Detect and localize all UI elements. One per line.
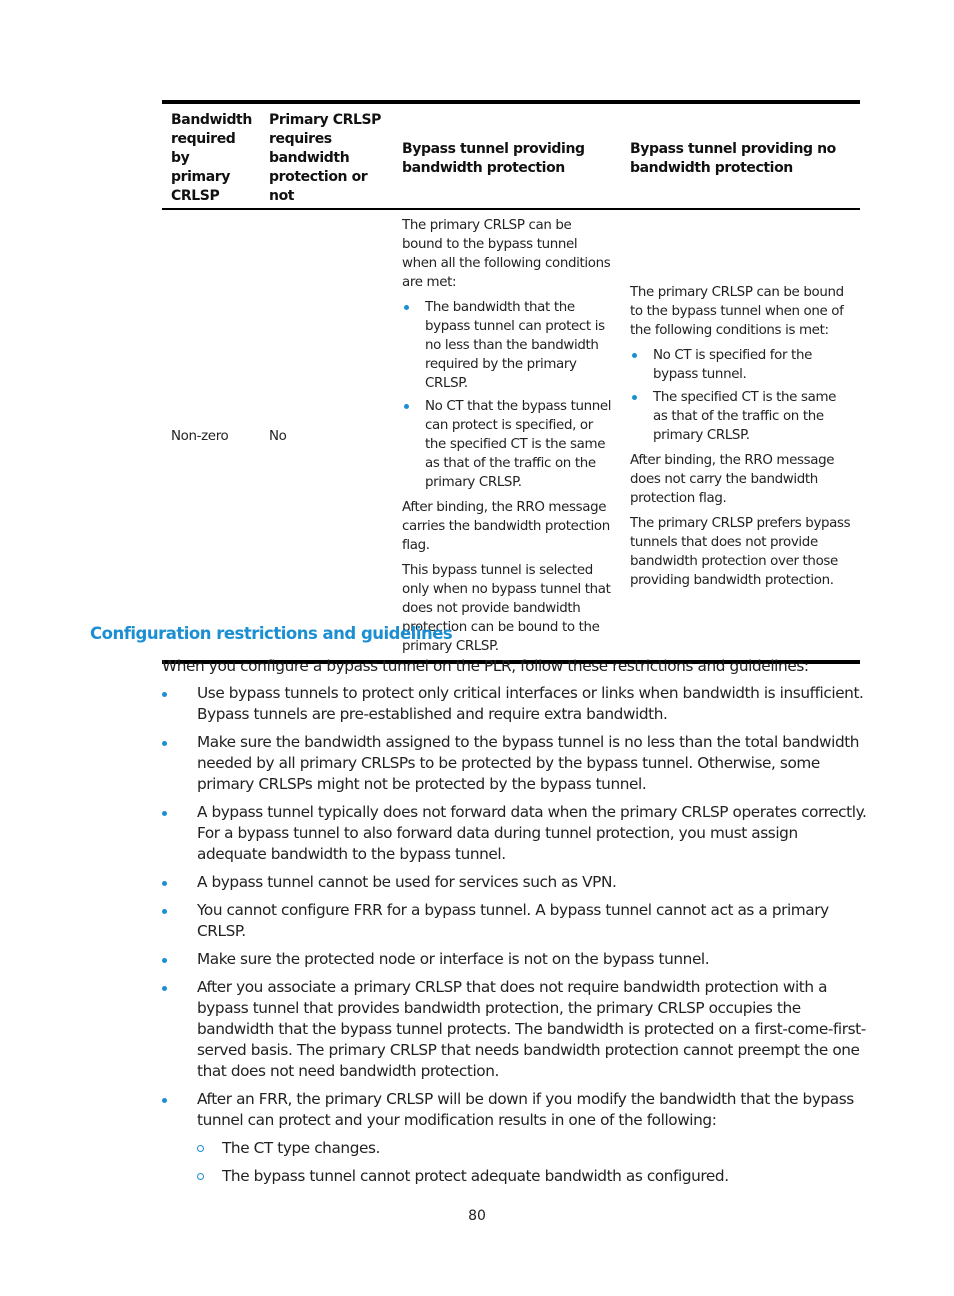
condition-list: No CT is specified for the bypass tunnel…: [630, 346, 852, 445]
bandwidth-protection-table: Bandwidth required by primary CRLSP Prim…: [162, 100, 860, 664]
list-item-text: After an FRR, the primary CRLSP will be …: [197, 1090, 854, 1129]
list-item: The bandwidth that the bypass tunnel can…: [402, 298, 613, 393]
header-requires-protection: Primary CRLSP requires bandwidth protect…: [260, 104, 393, 210]
section-intro: When you configure a bypass tunnel on th…: [162, 657, 809, 675]
list-item-text: You cannot configure FRR for a bypass tu…: [197, 901, 829, 940]
cell-bandwidth-required: Non-zero: [171, 428, 229, 444]
header-with-protection: Bypass tunnel providing bandwidth protec…: [393, 104, 621, 210]
list-item: After you associate a primary CRLSP that…: [162, 977, 867, 1082]
sub-list-item-text: The CT type changes.: [222, 1139, 380, 1157]
list-item-text: The specified CT is the same as that of …: [653, 389, 837, 443]
list-item: A bypass tunnel typically does not forwa…: [162, 802, 867, 865]
bullet-icon: [162, 986, 167, 991]
list-item-text: A bypass tunnel typically does not forwa…: [197, 803, 867, 863]
bullet-icon: [632, 394, 637, 400]
list-item: You cannot configure FRR for a bypass tu…: [162, 900, 867, 942]
list-item-text: After you associate a primary CRLSP that…: [197, 978, 866, 1080]
bullet-icon: [162, 1098, 167, 1103]
table-row: Non-zero No The primary CRLSP can be bou…: [162, 209, 860, 660]
cell-note: After binding, the RRO message does not …: [630, 452, 835, 506]
cell-without-protection: The primary CRLSP can be bound to the by…: [621, 209, 860, 660]
cell-intro: The primary CRLSP can be bound to the by…: [402, 218, 611, 290]
list-item: No CT that the bypass tunnel can protect…: [402, 397, 613, 492]
bullet-icon: [162, 741, 167, 746]
list-item-text: A bypass tunnel cannot be used for servi…: [197, 873, 617, 891]
list-item: Use bypass tunnels to protect only criti…: [162, 683, 867, 725]
sub-list-item: The bypass tunnel cannot protect adequat…: [197, 1166, 867, 1187]
header-without-protection: Bypass tunnel providing no bandwidth pro…: [621, 104, 860, 210]
list-item-text: No CT that the bypass tunnel can protect…: [425, 399, 612, 490]
cell-with-protection: The primary CRLSP can be bound to the by…: [393, 209, 621, 660]
bullet-icon: [404, 404, 409, 409]
hollow-bullet-icon: [197, 1173, 204, 1180]
bullet-icon: [162, 909, 167, 914]
hollow-bullet-icon: [197, 1145, 204, 1152]
cell-note: After binding, the RRO message carries t…: [402, 500, 610, 553]
cell-requires-protection: No: [269, 428, 287, 444]
cell-note: The primary CRLSP prefers bypass tunnels…: [630, 515, 851, 588]
bullet-icon: [404, 305, 409, 310]
header-bandwidth-required: Bandwidth required by primary CRLSP: [162, 104, 260, 210]
document-page: Bandwidth required by primary CRLSP Prim…: [0, 0, 954, 1296]
bullet-icon: [162, 811, 167, 816]
list-item: Make sure the bandwidth assigned to the …: [162, 732, 867, 795]
list-item-text: Use bypass tunnels to protect only criti…: [197, 684, 864, 723]
list-item-text: No CT is specified for the bypass tunnel…: [653, 347, 812, 382]
condition-list: The bandwidth that the bypass tunnel can…: [402, 298, 613, 492]
guideline-list: Use bypass tunnels to protect only criti…: [162, 683, 867, 1194]
bullet-icon: [162, 958, 167, 963]
cell-intro: The primary CRLSP can be bound to the by…: [630, 284, 844, 338]
section-heading: Configuration restrictions and guideline…: [90, 624, 453, 643]
list-item: A bypass tunnel cannot be used for servi…: [162, 872, 867, 893]
list-item-text: The bandwidth that the bypass tunnel can…: [425, 300, 605, 391]
sub-list: The CT type changes. The bypass tunnel c…: [197, 1138, 867, 1187]
bullet-icon: [632, 352, 637, 358]
sub-list-item-text: The bypass tunnel cannot protect adequat…: [222, 1167, 729, 1185]
list-item: No CT is specified for the bypass tunnel…: [630, 346, 852, 384]
list-item: The specified CT is the same as that of …: [630, 388, 852, 445]
sub-list-item: The CT type changes.: [197, 1138, 867, 1159]
list-item-text: Make sure the protected node or interfac…: [197, 950, 710, 968]
bullet-icon: [162, 692, 167, 697]
bullet-icon: [162, 881, 167, 886]
list-item: After an FRR, the primary CRLSP will be …: [162, 1089, 867, 1187]
table-header-row: Bandwidth required by primary CRLSP Prim…: [162, 104, 860, 210]
page-number: 80: [468, 1208, 486, 1224]
list-item-text: Make sure the bandwidth assigned to the …: [197, 733, 860, 793]
list-item: Make sure the protected node or interfac…: [162, 949, 867, 970]
